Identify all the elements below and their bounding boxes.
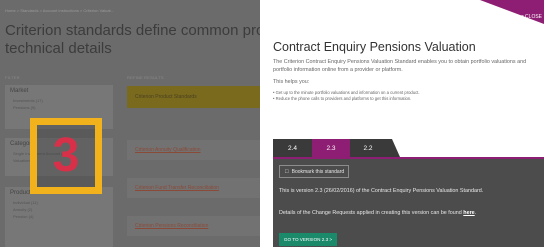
- bookmark-label: Bookmark this standard: [291, 168, 345, 175]
- change-text-prefix: Details of the Change Requests applied i…: [279, 210, 464, 216]
- page-heading: Criterion standards define common proces…: [5, 22, 260, 57]
- list-item: Reduce the phone calls to providers and …: [273, 96, 535, 102]
- panel-description: The Criterion Contract Enquiry Pensions …: [273, 59, 527, 73]
- refine-header: REFINE RESULTS: [127, 75, 164, 80]
- change-requests-text: Details of the Change Requests applied i…: [279, 210, 539, 216]
- goto-version-button[interactable]: GO TO VERSION 2.3 >: [279, 233, 337, 246]
- tab-version-2-4[interactable]: 2.4: [273, 139, 312, 157]
- close-label: CLOSE: [525, 14, 542, 20]
- close-button[interactable]: ■ CLOSE: [521, 14, 542, 20]
- result-row[interactable]: Criterion Pensions Reconciliation: [127, 216, 260, 236]
- helps-label: This helps you:: [273, 79, 310, 85]
- version-text: This is version 2.3 (26/02/2016) of the …: [279, 188, 484, 194]
- benefit-list: Get up to the minute portfolio valuation…: [273, 90, 535, 102]
- change-requests-link[interactable]: here: [463, 210, 474, 216]
- version-tabs: 2.4 2.3 2.2: [273, 139, 544, 157]
- panel-title: Contract Enquiry Pensions Valuation: [273, 40, 476, 54]
- close-icon: ■: [520, 14, 524, 20]
- tab-edge: [386, 139, 400, 157]
- highlight-result-label: Criterion Product Standards: [135, 94, 197, 100]
- filter-option[interactable]: Individual (11): [5, 199, 113, 206]
- highlight-result[interactable]: Criterion Product Standards: [127, 86, 260, 108]
- tab-version-2-3[interactable]: 2.3: [312, 139, 350, 157]
- standard-detail-panel: ■ CLOSE Contract Enquiry Pensions Valuat…: [260, 0, 544, 247]
- version-panel: □ Bookmark this standard This is version…: [273, 157, 544, 247]
- filter-option[interactable]: Annuity (2): [5, 206, 113, 213]
- result-link[interactable]: Criterion Pensions Reconciliation: [135, 223, 208, 229]
- corner-ribbon: [480, 0, 544, 24]
- filter-group-product[interactable]: Product Individual (11) Annuity (2) Pens…: [5, 187, 113, 247]
- tab-version-2-2[interactable]: 2.2: [350, 139, 386, 157]
- bookmark-button[interactable]: □ Bookmark this standard: [279, 165, 349, 178]
- filter-option[interactable]: Pensions (9): [5, 104, 113, 111]
- result-link[interactable]: Criterion Annuity Qualification: [135, 147, 201, 153]
- filter-option[interactable]: Investments (17): [5, 97, 113, 104]
- breadcrumb: Home > Standards > Account Instructions …: [5, 8, 114, 13]
- countdown-overlay: 3: [30, 118, 102, 194]
- bookmark-icon: □: [285, 168, 289, 175]
- countdown-digit: 3: [52, 129, 80, 182]
- filter-header: FILTER: [5, 75, 20, 80]
- change-text-suffix: .: [474, 210, 477, 216]
- result-row[interactable]: Criterion Annuity Qualification: [127, 140, 260, 160]
- filter-group-title: Market: [10, 88, 29, 94]
- filter-option[interactable]: Pension (4): [5, 213, 113, 220]
- result-row[interactable]: Criterion Fund Transfer Reconciliation: [127, 178, 260, 198]
- result-link[interactable]: Criterion Fund Transfer Reconciliation: [135, 185, 219, 191]
